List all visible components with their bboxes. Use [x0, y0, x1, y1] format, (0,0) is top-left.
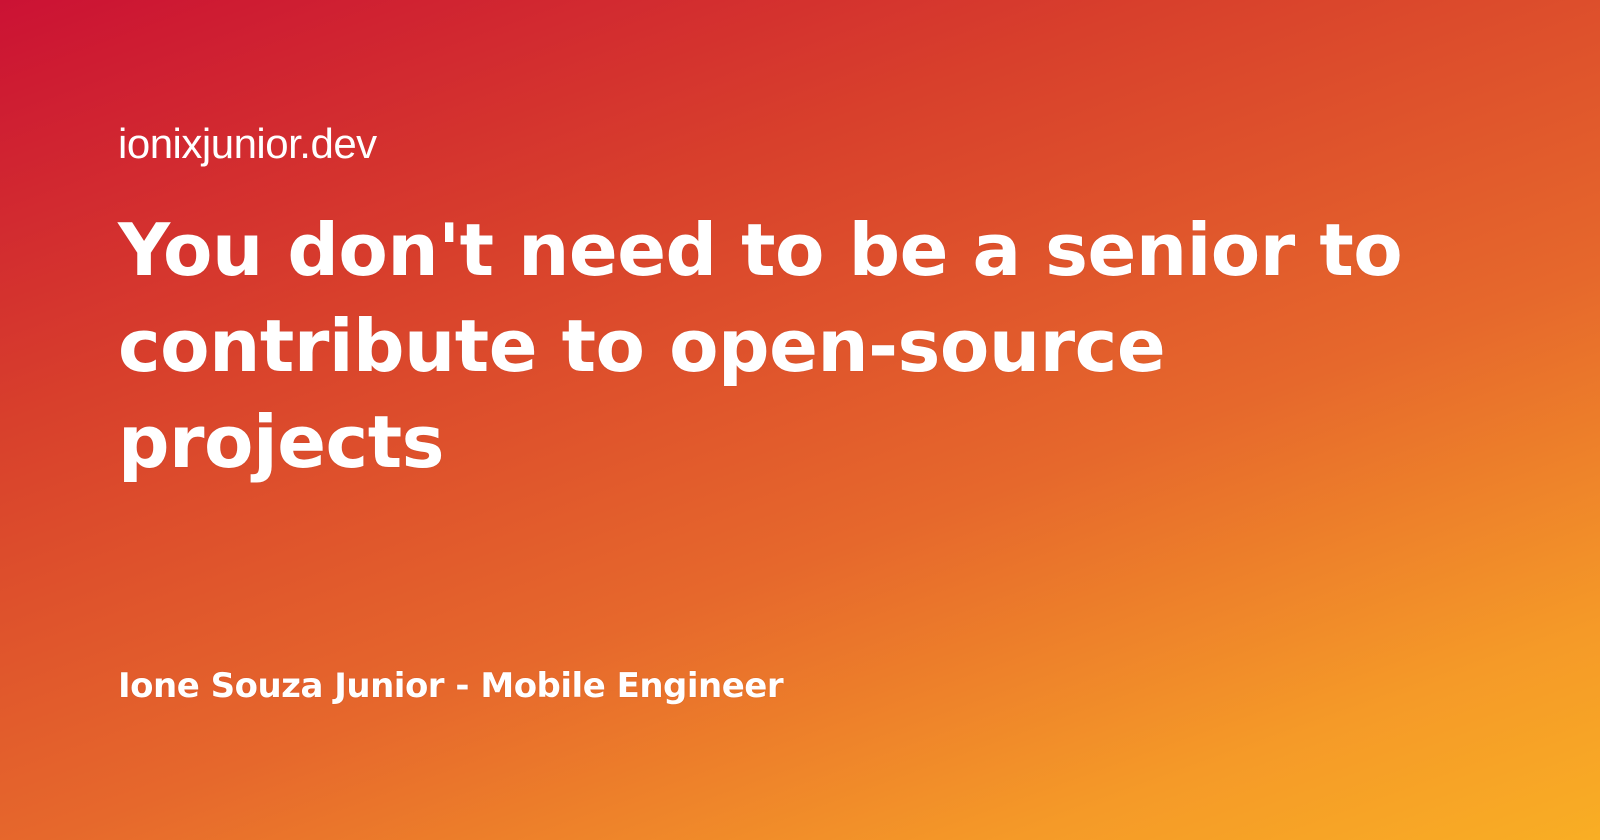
social-card: ionixjunior.dev You don't need to be a s…	[0, 0, 1600, 840]
site-domain: ionixjunior.dev	[118, 120, 377, 167]
author-byline: Ione Souza Junior - Mobile Engineer	[118, 666, 784, 706]
post-title: You don't need to be a senior to contrib…	[118, 208, 1403, 484]
